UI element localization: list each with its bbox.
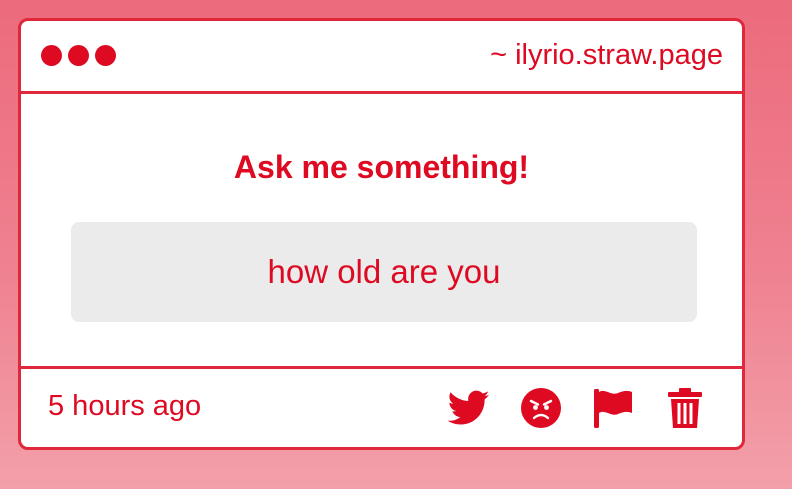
flag-icon xyxy=(594,389,632,428)
action-bar xyxy=(448,387,706,429)
page-title: Ask me something! xyxy=(233,149,530,185)
site-address[interactable]: ~ ilyrio.straw.page xyxy=(490,37,723,73)
react-angry-button[interactable] xyxy=(520,387,562,429)
share-twitter-button[interactable] xyxy=(448,387,490,429)
question-box: how old are you xyxy=(71,222,697,322)
window-dot xyxy=(41,45,62,66)
window-dot xyxy=(68,45,89,66)
report-button[interactable] xyxy=(592,387,634,429)
question-text: how old are you xyxy=(267,253,501,290)
question-card: ~ ilyrio.straw.page Ask me something! ho… xyxy=(18,18,745,450)
window-dots xyxy=(41,45,116,66)
trash-icon xyxy=(668,388,702,428)
delete-button[interactable] xyxy=(664,387,706,429)
card-body: Ask me something! how old are you xyxy=(21,94,742,370)
card-footer: 5 hours ago xyxy=(21,366,742,447)
timestamp: 5 hours ago xyxy=(48,390,202,422)
window-titlebar: ~ ilyrio.straw.page xyxy=(21,21,742,94)
angry-face-icon xyxy=(521,388,561,428)
twitter-icon xyxy=(448,390,490,425)
window-dot xyxy=(95,45,116,66)
